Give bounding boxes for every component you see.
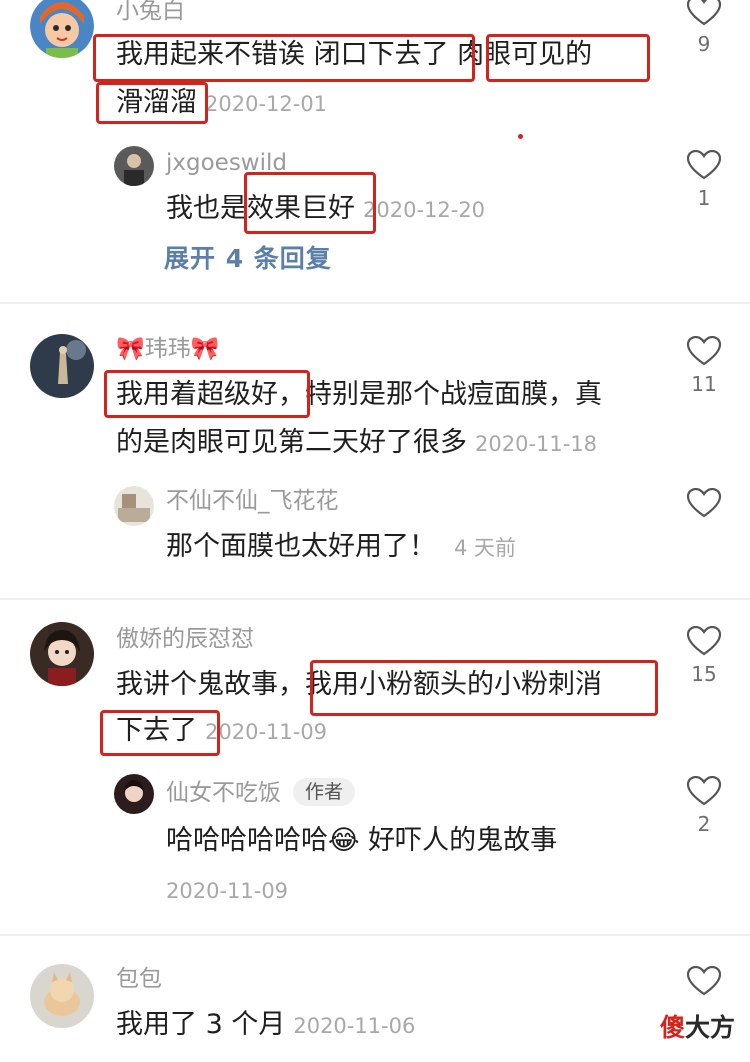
comment-timestamp: 2020-11-09 [205,720,328,744]
highlight-box [486,34,650,82]
heart-icon [687,336,721,366]
reply-timestamp: 4 天前 [454,536,517,560]
highlight-box [104,370,310,418]
like-count: 1 [697,186,711,210]
like-button[interactable] [674,966,734,996]
highlight-box [100,710,220,756]
avatar-xiannv[interactable] [114,774,154,814]
comment-username[interactable]: 🎀玮玮🎀 [116,334,219,364]
avatar-xiaotubai[interactable] [30,0,94,58]
comment-username[interactable]: 小兔白 [116,0,185,26]
highlight-box [93,34,475,82]
avatar-baobao[interactable] [30,964,94,1028]
reply-text: 哈哈哈哈哈哈😂 好吓人的鬼故事 [166,816,557,866]
comment-timestamp: 2020-11-18 [475,432,598,456]
like-count: 2 [697,812,711,836]
reply-username[interactable]: 仙女不吃饭 作者 [166,778,356,808]
like-count: 9 [697,32,711,56]
comment-text: 我用了 3 个月 2020-11-06 [116,1000,415,1051]
watermark: 傻大方 [660,1008,735,1044]
watermark-accent: 傻 [660,1013,686,1042]
avatar-buxianbuxian[interactable] [114,486,154,526]
stray-mark [518,134,523,139]
avatar-jxgoeswild[interactable] [114,146,154,186]
heart-icon [687,150,721,180]
comment-text: 的是肉眼可见第二天好了很多 2020-11-18 [116,418,597,469]
like-count: 11 [691,372,717,396]
heart-icon [687,488,721,518]
like-count: 15 [691,662,717,686]
reply-timestamp: 2020-12-20 [363,198,486,222]
reply-text-line: 哈哈哈哈哈哈😂 好吓人的鬼故事 [166,825,558,856]
avatar-aojiao[interactable] [30,622,94,686]
heart-icon [687,626,721,656]
like-button[interactable]: 1 [674,150,734,208]
comment-username[interactable]: 包包 [116,964,162,994]
reply-text-line: 那个面膜也太好用了！ [166,531,436,562]
comment-username[interactable]: 傲娇的辰怼怼 [116,624,254,654]
like-button[interactable]: 15 [674,626,734,684]
like-button[interactable] [674,488,734,526]
divider [0,302,750,304]
comment-timestamp: 2020-12-01 [205,92,328,116]
reply-timestamp: 2020-11-09 [166,879,289,903]
author-badge: 作者 [293,778,356,806]
comment-text-line: 的是肉眼可见第二天好了很多 [116,427,467,458]
avatar-weiwei[interactable] [30,334,94,398]
heart-icon [687,966,721,996]
reply-text: 那个面膜也太好用了！ 4 天前 [166,522,516,573]
reply-username[interactable]: 不仙不仙_飞花花 [166,486,339,516]
heart-icon [687,776,721,806]
divider [0,598,750,600]
highlight-box [96,82,208,124]
like-button[interactable]: 9 [674,0,734,54]
expand-replies-link[interactable]: 展开 4 条回复 [164,244,332,274]
like-button[interactable]: 2 [674,776,734,834]
highlight-box [244,172,376,234]
divider [0,934,750,936]
reply-username-text: 仙女不吃饭 [166,780,281,806]
highlight-box [310,660,658,716]
like-button[interactable]: 11 [674,336,734,394]
heart-icon [687,0,721,26]
comment-timestamp: 2020-11-06 [293,1014,416,1038]
watermark-text: 大方 [685,1013,736,1042]
comment-text-line: 我用了 3 个月 [116,1009,286,1040]
